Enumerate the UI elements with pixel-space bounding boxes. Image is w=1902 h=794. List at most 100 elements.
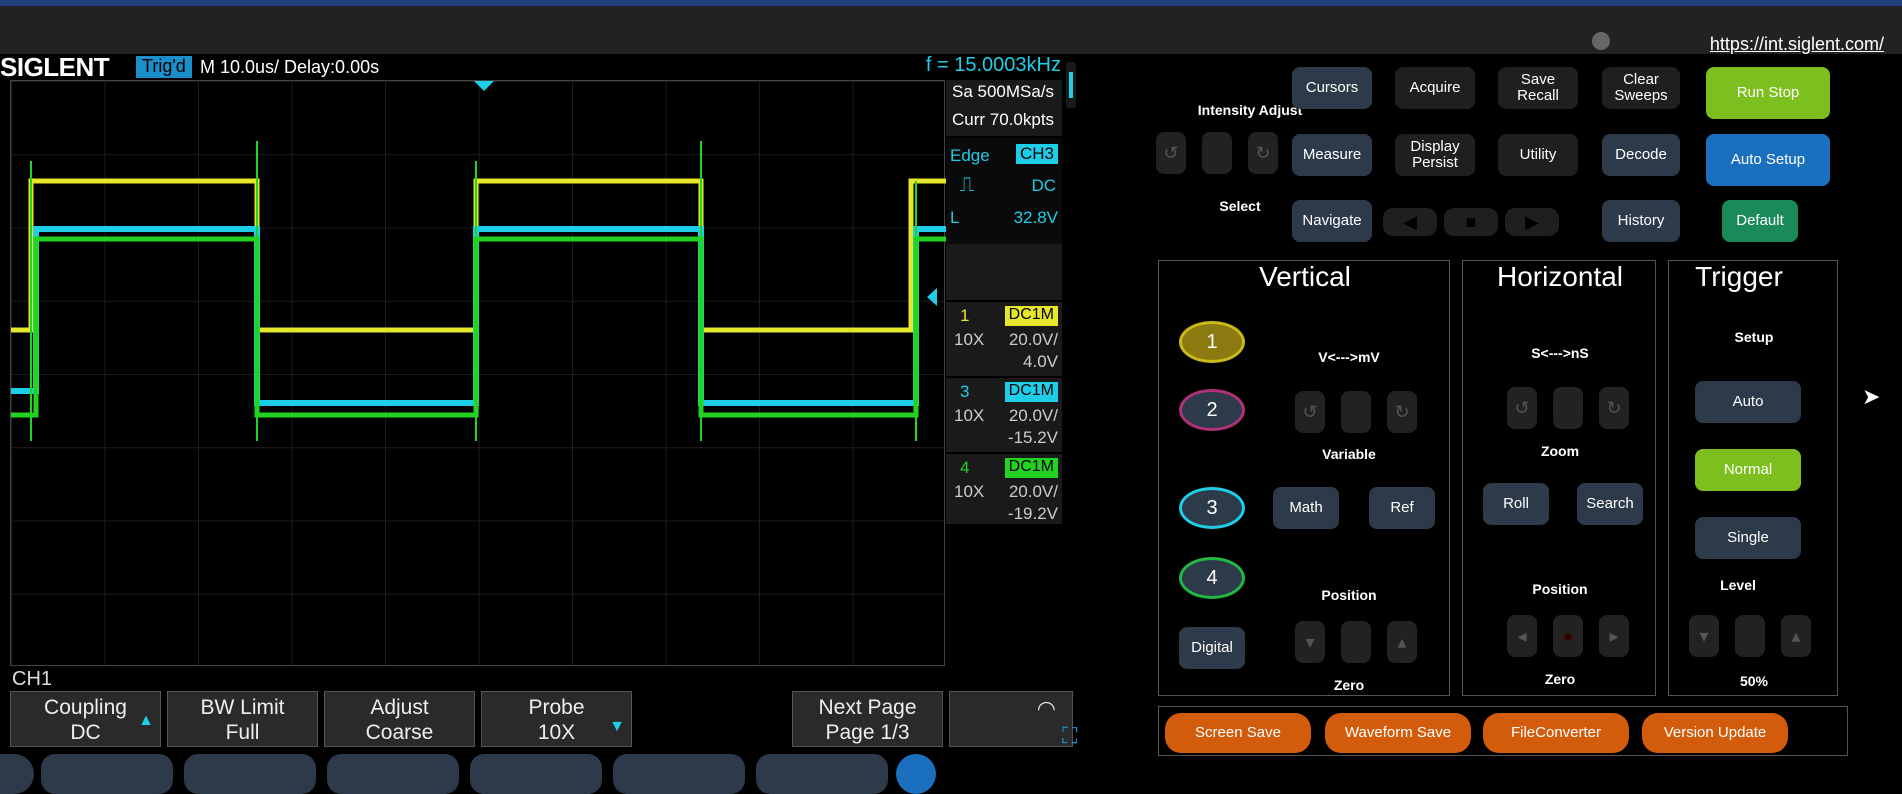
ref-button[interactable]: Ref	[1369, 487, 1435, 529]
arrow-down-icon: ▼	[609, 718, 625, 735]
trig-status: Trig'd	[136, 56, 192, 78]
vertical-ch4-button[interactable]: 4	[1179, 557, 1245, 599]
pill-1[interactable]	[41, 754, 173, 794]
cursors-button[interactable]: Cursors	[1292, 67, 1372, 109]
channel-4-info[interactable]: 4 DC1M 10X 20.0V/ -19.2V	[946, 452, 1062, 524]
h-pos-knob[interactable]: ●	[1553, 615, 1583, 657]
channel-1-info[interactable]: 1 DC1M 10X 20.0V/ 4.0V	[946, 300, 1062, 372]
run-stop-button[interactable]: Run Stop	[1706, 67, 1830, 119]
softkey-adjust[interactable]: Adjust Coarse	[324, 691, 475, 747]
rising-edge-icon: ⎍	[960, 174, 974, 196]
level-knob[interactable]	[1735, 615, 1765, 657]
decode-button[interactable]: Decode	[1602, 134, 1680, 176]
pill-4[interactable]	[470, 754, 602, 794]
save-recall-button[interactable]: Save Recall	[1498, 67, 1578, 109]
trigger-title: Trigger	[1695, 261, 1783, 292]
pill-round[interactable]	[896, 754, 936, 794]
softkey-next-page[interactable]: Next Page Page 1/3	[792, 691, 943, 747]
vertical-ch2-button[interactable]: 2	[1179, 389, 1245, 431]
nav-right-icon[interactable]: ▶	[1505, 208, 1559, 236]
level-label: Level	[1720, 577, 1756, 593]
h-position-label: Position	[1532, 581, 1588, 597]
auto-button[interactable]: Auto	[1695, 381, 1801, 423]
pill-5[interactable]	[613, 754, 745, 794]
roll-button[interactable]: Roll	[1483, 483, 1549, 525]
softkey-bw-limit[interactable]: BW Limit Full	[167, 691, 318, 747]
version-update-button[interactable]: Version Update	[1642, 713, 1788, 753]
default-button[interactable]: Default	[1722, 200, 1798, 242]
softkey-blank[interactable]: ◠	[949, 691, 1073, 747]
file-converter-button[interactable]: FileConverter	[1483, 713, 1629, 753]
measure-button[interactable]: Measure	[1292, 134, 1372, 176]
math-button[interactable]: Math	[1273, 487, 1339, 529]
v-pos-down-knob[interactable]: ▾	[1295, 621, 1325, 663]
softkey-probe[interactable]: Probe 10X ▼	[481, 691, 632, 747]
auto-setup-button[interactable]: Auto Setup	[1706, 134, 1830, 186]
info-icon	[1592, 32, 1610, 50]
h-scale-ccw-knob[interactable]: ↺	[1507, 387, 1537, 429]
level-up-knob[interactable]: ▴	[1781, 615, 1811, 657]
siglent-logo: SIGLENT	[0, 52, 110, 82]
search-button[interactable]: Search	[1577, 483, 1643, 525]
h-scale-cw-knob[interactable]: ↻	[1599, 387, 1629, 429]
vertical-ch3-button[interactable]: 3	[1179, 487, 1245, 529]
display-persist-button[interactable]: Display Persist	[1395, 134, 1475, 176]
trigger-position-marker-icon	[474, 81, 494, 91]
waveform-grid[interactable]	[10, 80, 946, 666]
trigger-coupling: DC	[1031, 176, 1056, 195]
trigger-type: Edge	[950, 146, 990, 165]
vertical-section: Vertical 1 2 3 4 Digital V<--->mV ↺ ↻ Va…	[1158, 260, 1450, 696]
single-button[interactable]: Single	[1695, 517, 1801, 559]
scope-screen: SIGLENT Trig'd M 10.0us/ Delay:0.00s f =…	[0, 52, 1080, 794]
fullscreen-icon[interactable]: ⛶	[1062, 723, 1077, 749]
vertical-ch1-button[interactable]: 1	[1179, 321, 1245, 363]
v-scale-cw-knob[interactable]: ↻	[1387, 391, 1417, 433]
horizontal-section: Horizontal S<--->nS ↺ ↻ Zoom Roll Search…	[1462, 260, 1656, 696]
navigate-button[interactable]: Navigate	[1292, 200, 1372, 242]
v-pos-up-knob[interactable]: ▴	[1387, 621, 1417, 663]
control-panel: Intensity Adjust ↺ ↻ Select Cursors Acqu…	[1080, 54, 1902, 762]
level-down-knob[interactable]: ▾	[1689, 615, 1719, 657]
softkey-coupling[interactable]: Coupling DC ▲	[10, 691, 161, 747]
digital-button[interactable]: Digital	[1179, 627, 1245, 669]
normal-button[interactable]: Normal	[1695, 449, 1801, 491]
v-pos-knob[interactable]	[1341, 621, 1371, 663]
h-pos-right-knob[interactable]: ▸	[1599, 615, 1629, 657]
waveform-ch4	[11, 236, 946, 418]
clear-sweeps-button[interactable]: Clear Sweeps	[1602, 67, 1680, 109]
intensity-knob[interactable]	[1202, 132, 1232, 174]
acquire-button[interactable]: Acquire	[1395, 67, 1475, 109]
pill-3[interactable]	[327, 754, 459, 794]
s-ns-label: S<--->nS	[1531, 345, 1589, 361]
side-collapse-handle[interactable]	[1066, 62, 1076, 108]
nav-left-icon[interactable]: ◀	[1383, 208, 1437, 236]
acquisition-panel: Sa 500MSa/s Curr 70.0kpts Edge CH3 ⎍ DC …	[946, 80, 1062, 514]
url-link[interactable]: https://int.siglent.com/	[1710, 34, 1884, 55]
ch1-coupling: DC1M	[1004, 306, 1058, 326]
nav-stop-icon[interactable]: ■	[1444, 208, 1498, 236]
v-scale-ccw-knob[interactable]: ↺	[1295, 391, 1325, 433]
sample-rate: Sa 500MSa/s	[952, 82, 1055, 101]
h-pos-left-knob[interactable]: ◂	[1507, 615, 1537, 657]
utility-button[interactable]: Utility	[1498, 134, 1578, 176]
screen-save-button[interactable]: Screen Save	[1165, 713, 1311, 753]
intensity-ccw-knob[interactable]: ↺	[1156, 132, 1186, 174]
menu-channel-label: CH1	[12, 668, 53, 690]
trigger-level-label: L	[950, 208, 960, 227]
waveform-save-button[interactable]: Waveform Save	[1325, 713, 1471, 753]
waveform-plot	[11, 81, 946, 441]
level-50-label[interactable]: 50%	[1694, 673, 1814, 689]
pill-0[interactable]	[0, 754, 34, 794]
intensity-cw-knob[interactable]: ↻	[1248, 132, 1278, 174]
h-scale-knob[interactable]	[1553, 387, 1583, 429]
pill-2[interactable]	[184, 754, 316, 794]
v-scale-knob[interactable]	[1341, 391, 1371, 433]
channel-3-info[interactable]: 3 DC1M 10X 20.0V/ -15.2V	[946, 376, 1062, 448]
pill-6[interactable]	[756, 754, 888, 794]
history-button[interactable]: History	[1602, 200, 1680, 242]
ch4-coupling: DC1M	[1004, 458, 1058, 478]
trigger-level-marker-icon	[927, 288, 937, 306]
trigger-level: 32.8V	[1013, 208, 1058, 227]
select-label: Select	[1219, 198, 1261, 214]
arrow-up-icon: ▲	[138, 712, 154, 729]
